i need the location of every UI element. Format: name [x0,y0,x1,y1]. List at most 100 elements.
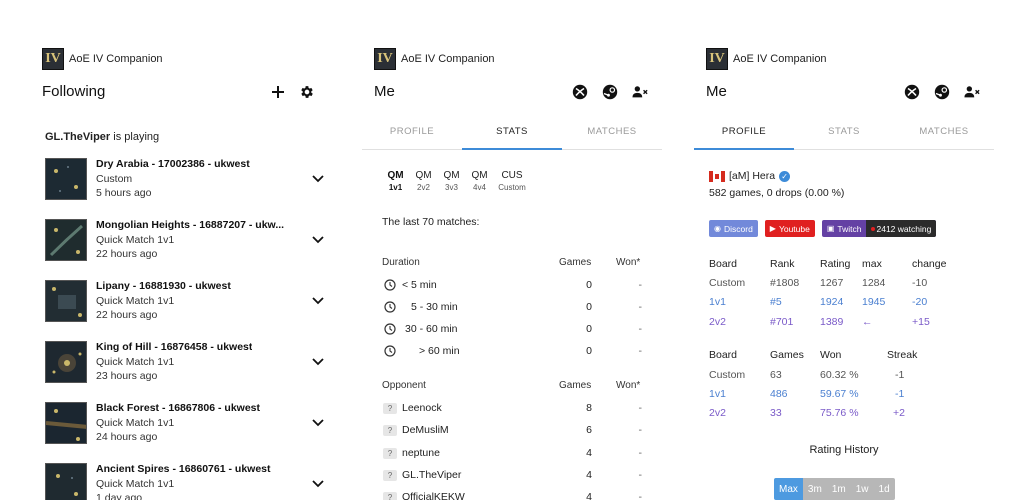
chevron-down-icon[interactable] [310,170,326,186]
match-item[interactable]: King of Hill - 16876458 - ukwest Quick M… [45,341,325,385]
col-max: max [862,258,882,270]
mode-custom[interactable]: CUS Custom [494,170,530,192]
match-time: 5 hours ago [96,187,152,199]
mode-sub: 2v2 [417,183,430,192]
tab-stats[interactable]: STATS [794,120,894,149]
following-screen: IV AoE IV Companion Following GL.TheVipe… [30,0,330,500]
games-value: 0 [586,345,592,357]
youtube-badge[interactable]: ▶ Youtube [764,220,815,237]
app-title: AoE IV Companion [401,53,495,65]
match-type: Quick Match 1v1 [96,234,175,246]
duration-row: 30 - 60 min 0 - [382,322,647,338]
app-header: IV AoE IV Companion [42,48,163,70]
mode-qm-3v3[interactable]: QM 3v3 [438,170,465,192]
map-thumbnail [45,341,87,383]
rating-cell: 1924 [820,296,844,308]
won-col-label: Won* [616,257,641,268]
streak-cell: -1 [895,369,905,381]
board-cell: 1v1 [709,296,726,308]
games-table-header: Board Games Won Streak [709,349,989,363]
change-cell: -10 [912,277,928,289]
match-title: Black Forest - 16867806 - ukwest [96,402,261,414]
xbox-icon[interactable] [902,82,922,102]
remove-user-icon[interactable] [630,82,650,102]
opponent-name: neptune [402,447,440,459]
match-item[interactable]: Dry Arabia - 17002386 - ukwest Custom 5 … [45,158,325,202]
match-title: Ancient Spires - 16860761 - ukwest [96,463,271,475]
clock-icon [384,345,396,357]
page-header: Following [42,82,330,102]
discord-badge[interactable]: ◉ Discord [709,220,758,237]
match-item[interactable]: Ancient Spires - 16860761 - ukwest Quick… [45,463,325,500]
range-1d-button[interactable]: 1d [873,478,895,500]
games-summary: 582 games, 0 drops (0.00 %) [709,187,845,199]
gear-icon[interactable] [297,82,317,102]
range-3m-button[interactable]: 3m [802,478,827,500]
games-col-label: Games [559,257,592,268]
mode-qm-4v4[interactable]: QM 4v4 [466,170,493,192]
match-item[interactable]: Mongolian Heights - 16887207 - ukw... Qu… [45,219,325,263]
unknown-civ-icon: ? [383,425,397,436]
opponent-name: DeMusliM [402,424,449,436]
chevron-down-icon[interactable] [310,292,326,308]
social-badges: ◉ Discord ▶ Youtube ▣ Twitch 2412 watching [709,220,943,237]
range-max-button[interactable]: Max [774,478,803,500]
mode-qm-2v2[interactable]: QM 2v2 [410,170,437,192]
playing-player-name[interactable]: GL.TheViper [45,131,110,143]
unknown-civ-icon: ? [383,403,397,414]
rank-row[interactable]: 2v2 #701 1389 ← +15 [709,316,989,330]
tab-matches[interactable]: MATCHES [562,120,662,149]
won-cell: 75.76 % [820,407,859,419]
opponent-row[interactable]: ? Leenock 8 - [382,401,647,417]
mode-qm-1v1[interactable]: QM 1v1 [382,170,409,192]
rating-history-title: Rating History [809,444,879,456]
games-row[interactable]: 2v2 33 75.76 % +2 [709,407,989,421]
tab-stats[interactable]: STATS [462,120,562,150]
rating-cell: 1389 [820,316,844,328]
board-cell: Custom [709,277,746,289]
won-cell: 60.32 % [820,369,859,381]
mode-sub: Custom [498,183,526,192]
twitch-label: Twitch [837,223,862,234]
games-value: 4 [586,469,592,481]
plus-icon[interactable] [268,82,288,102]
rank-row: Custom #1808 1267 1284 -10 [709,277,989,291]
rank-row[interactable]: 1v1 #5 1924 1945 -20 [709,296,989,310]
chevron-down-icon[interactable] [310,475,326,491]
chevron-down-icon[interactable] [310,353,326,369]
steam-icon[interactable] [932,82,952,102]
chevron-down-icon[interactable] [310,231,326,247]
mode-sub: 4v4 [473,183,486,192]
chevron-down-icon[interactable] [310,414,326,430]
player-name-row: [aM] Hera ✓ [709,170,791,182]
player-name: [aM] Hera [729,170,776,182]
remove-user-icon[interactable] [962,82,982,102]
range-1m-button[interactable]: 1m [826,478,851,500]
opponent-row[interactable]: ? DeMusliM 6 - [382,423,647,439]
opponent-row[interactable]: ? neptune 4 - [382,446,647,462]
xbox-icon[interactable] [570,82,590,102]
tab-matches[interactable]: MATCHES [894,120,994,149]
tab-bar: PROFILE STATS MATCHES [362,120,662,150]
page-header: Me [706,82,994,102]
won-cell: 59.67 % [820,388,859,400]
unknown-civ-icon: ? [383,492,397,500]
tab-profile[interactable]: PROFILE [362,120,462,149]
opponent-name: OfficialKEKW [402,491,465,500]
me-profile-screen: IV AoE IV Companion Me PROFILE STATS MAT… [694,0,994,500]
steam-icon[interactable] [600,82,620,102]
won-value: - [638,402,643,414]
tab-profile[interactable]: PROFILE [694,120,794,150]
match-item[interactable]: Black Forest - 16867806 - ukwest Quick M… [45,402,325,446]
match-item[interactable]: Lipany - 16881930 - ukwest Quick Match 1… [45,280,325,324]
opponent-row[interactable]: ? OfficialKEKW 4 - [382,490,647,500]
col-streak: Streak [887,349,918,361]
rank-cell: #5 [770,296,782,308]
match-title: King of Hill - 16876458 - ukwest [96,341,253,353]
range-selector: Max 3m 1m 1w 1d [774,478,895,500]
range-1w-button[interactable]: 1w [850,478,874,500]
twitch-badge[interactable]: ▣ Twitch 2412 watching [821,220,937,237]
games-row[interactable]: 1v1 486 59.67 % -1 [709,388,989,402]
opponent-row[interactable]: ? GL.TheViper 4 - [382,468,647,484]
twitch-icon: ▣ [826,224,835,233]
